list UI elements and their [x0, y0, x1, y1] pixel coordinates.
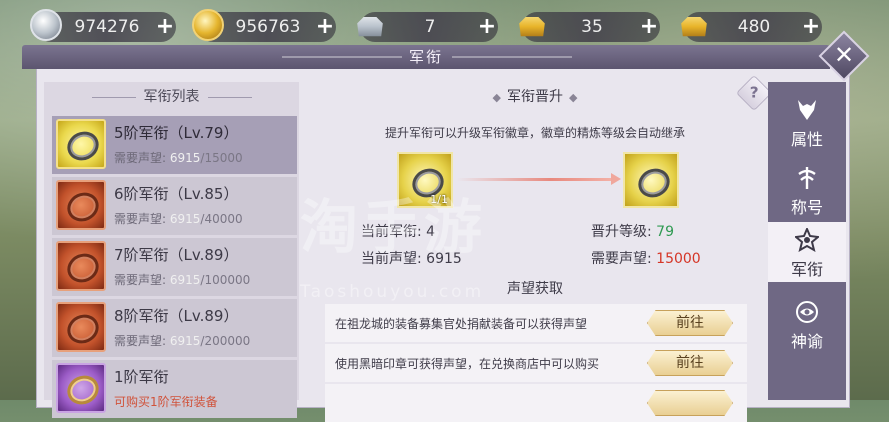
currency-silver-ingot: 7 + — [357, 12, 500, 42]
gold-coin-icon — [192, 9, 224, 41]
tab-title[interactable]: 称号 — [768, 160, 846, 220]
wolf-head-icon — [798, 100, 816, 120]
promotion-section: ◆ 军衔晋升 ◆ ? 提升军衔可以升级军衔徽章，徽章的精炼等级会自动继承 1/1 当… — [305, 74, 773, 422]
add-silver-coin-button[interactable]: + — [152, 14, 178, 40]
currency-silver-coin: 974276 + — [30, 9, 178, 42]
currency-gold-ingot: 35 + — [519, 12, 662, 42]
rank-name: 6阶军衔（Lv.85） — [114, 185, 239, 203]
rank-list-item[interactable]: 1阶军衔 可购买1阶军衔装备 — [52, 360, 297, 418]
currency-gold-coin: 956763 + — [192, 9, 338, 42]
side-tabs: 属性 称号 军衔 神谕 — [768, 82, 846, 400]
item-count: 1/1 — [430, 193, 448, 206]
rank-list-item[interactable]: 6阶军衔（Lv.85） 需要声望: 6915/40000 — [52, 177, 297, 235]
rank-list-title: 军衔列表 — [44, 86, 299, 106]
reputation-source-row — [325, 384, 747, 422]
rank-requirement: 需要声望: 6915/200000 — [114, 334, 251, 348]
current-badge-item[interactable]: 1/1 — [397, 152, 453, 208]
ring-icon — [633, 163, 675, 203]
rank-list-item[interactable]: 5阶军衔（Lv.79） 需要声望: 6915/15000 — [52, 116, 297, 174]
arrow-right-icon — [457, 173, 621, 185]
tab-label: 神谕 — [790, 332, 823, 351]
reputation-source-row: 在祖龙城的装备募集官处捐献装备可以获得声望 前往 — [325, 304, 747, 342]
rank-name: 5阶军衔（Lv.79） — [114, 124, 239, 142]
promotion-title: ◆ 军衔晋升 ◆ — [492, 89, 578, 105]
goto-button[interactable]: 前往 — [647, 350, 733, 376]
close-icon: ✕ — [833, 41, 855, 69]
silver-coin-icon — [30, 9, 62, 41]
rank-list: 军衔列表 5阶军衔（Lv.79） 需要声望: 6915/15000 6阶军衔（L… — [44, 82, 299, 418]
eye-icon — [796, 301, 818, 323]
currency-value: 35 — [581, 17, 603, 37]
currency-gold-ingot-2: 480 + — [681, 12, 824, 42]
goto-button[interactable] — [647, 390, 733, 416]
tab-oracle[interactable]: 神谕 — [768, 294, 846, 354]
rank-badge-icon — [56, 302, 106, 352]
tab-label: 称号 — [790, 198, 823, 217]
reputation-source-row: 使用黑暗印章可获得声望，在兑换商店中可以购买 前往 — [325, 344, 747, 382]
reputation-title: 声望获取 — [507, 281, 563, 297]
question-icon: ? — [749, 83, 759, 102]
tab-attributes[interactable]: 属性 — [768, 92, 846, 152]
need-reputation: 需要声望: 15000 — [591, 251, 701, 267]
window-title: 军衔 — [408, 48, 443, 66]
rank-badge-icon — [56, 241, 106, 291]
currency-value: 956763 — [235, 17, 301, 37]
rank-requirement: 需要声望: 6915/100000 — [114, 273, 251, 287]
emblem-icon — [798, 167, 816, 189]
rank-badge-icon — [56, 363, 106, 413]
window-titlebar: 军衔 — [22, 45, 830, 69]
add-gold-coin-button[interactable]: + — [312, 14, 338, 40]
tab-rank[interactable]: 军衔 — [768, 222, 846, 282]
current-reputation: 当前声望: 6915 — [361, 251, 462, 267]
add-gold-ingot-2-button[interactable]: + — [798, 14, 824, 40]
rank-name: 1阶军衔 — [114, 368, 169, 386]
star-badge-icon — [795, 228, 819, 252]
rank-requirement: 需要声望: 6915/15000 — [114, 151, 243, 165]
rank-name: 7阶军衔（Lv.89） — [114, 246, 239, 264]
tab-label: 军衔 — [790, 260, 823, 279]
promotion-description: 提升军衔可以升级军衔徽章，徽章的精炼等级会自动继承 — [384, 126, 685, 140]
promote-level: 晋升等级: 79 — [591, 224, 674, 240]
add-gold-ingot-button[interactable]: + — [636, 14, 662, 40]
rank-note: 可购买1阶军衔装备 — [114, 395, 218, 409]
currency-value: 7 — [424, 17, 436, 37]
current-rank: 当前军衔: 4 — [361, 224, 436, 240]
currency-value: 974276 — [74, 17, 140, 37]
rank-list-item[interactable]: 7阶军衔（Lv.89） 需要声望: 6915/100000 — [52, 238, 297, 296]
goto-button[interactable]: 前往 — [647, 310, 733, 336]
rank-list-item[interactable]: 8阶军衔（Lv.89） 需要声望: 6915/200000 — [52, 299, 297, 357]
rank-name: 8阶军衔（Lv.89） — [114, 307, 239, 325]
add-silver-ingot-button[interactable]: + — [474, 14, 500, 40]
currency-value: 480 — [737, 17, 771, 37]
tab-label: 属性 — [790, 130, 823, 149]
reputation-source-text: 使用黑暗印章可获得声望，在兑换商店中可以购买 — [335, 357, 600, 371]
next-badge-item[interactable] — [623, 152, 679, 208]
rank-badge-icon — [56, 119, 106, 169]
rank-requirement: 需要声望: 6915/40000 — [114, 212, 243, 226]
rank-badge-icon — [56, 180, 106, 230]
reputation-source-text: 在祖龙城的装备募集官处捐献装备可以获得声望 — [335, 317, 588, 331]
